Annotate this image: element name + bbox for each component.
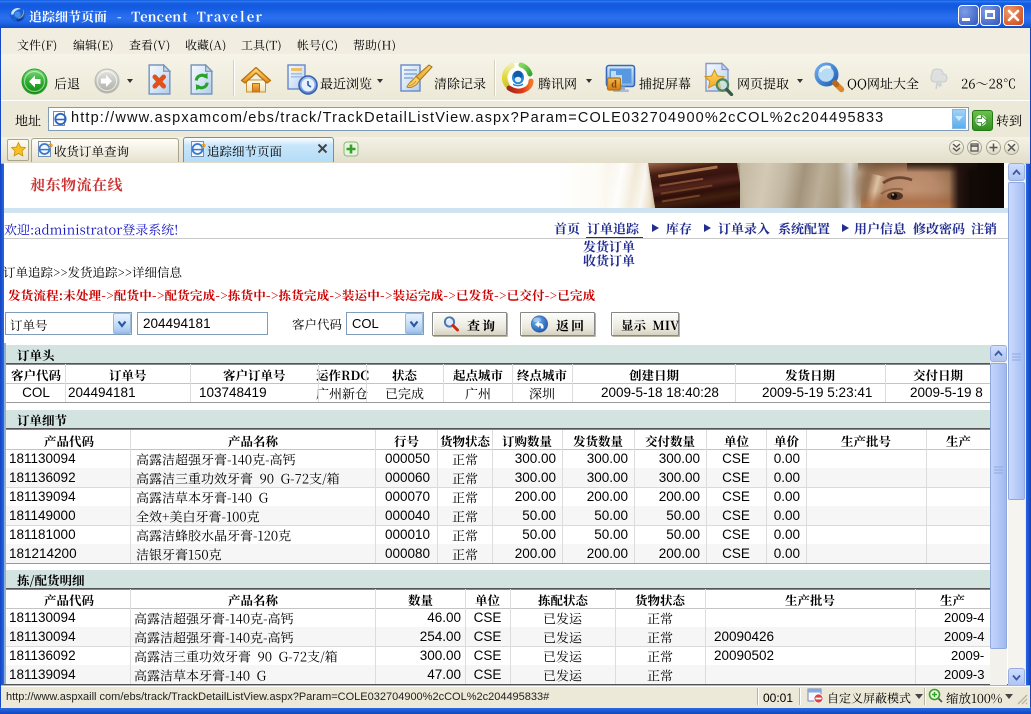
svg-text:d: d — [611, 80, 617, 91]
